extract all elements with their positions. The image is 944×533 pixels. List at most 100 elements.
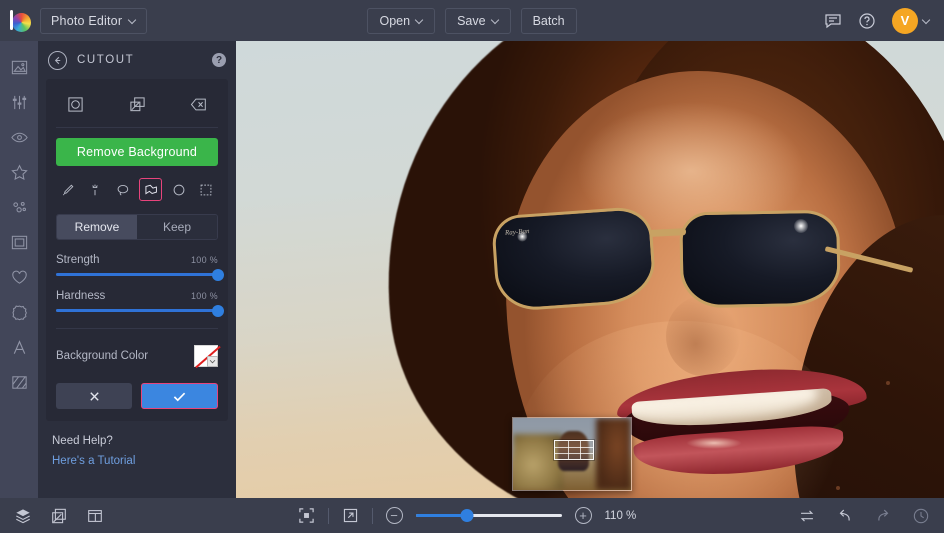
- cutout-controls-card: Remove Background: [46, 79, 228, 421]
- sidebar-item-image[interactable]: [0, 51, 38, 84]
- eraser-backspace-icon: [190, 96, 208, 113]
- lasso-tool[interactable]: [112, 178, 135, 201]
- strength-value: 100 %: [191, 255, 218, 265]
- chevron-down-icon: [209, 359, 216, 364]
- divider: [372, 508, 373, 524]
- hardness-slider[interactable]: [56, 309, 218, 312]
- redo-arrow-icon: [874, 507, 892, 525]
- keep-tab[interactable]: Keep: [137, 215, 217, 239]
- ellipse-tool[interactable]: [167, 178, 190, 201]
- clock-history-icon: [912, 507, 930, 525]
- hardness-control: Hardness 100 %: [56, 290, 218, 312]
- sidebar-item-overlays[interactable]: [0, 156, 38, 189]
- app-title-label: Photo Editor: [51, 14, 122, 28]
- open-button[interactable]: Open: [367, 8, 435, 34]
- zoom-slider-thumb[interactable]: [460, 509, 473, 522]
- question-circle-icon: [858, 12, 876, 30]
- sidebar-item-adjust[interactable]: [0, 86, 38, 119]
- back-button[interactable]: [48, 51, 67, 70]
- app-title-dropdown[interactable]: Photo Editor: [40, 8, 147, 34]
- apply-button[interactable]: [141, 383, 218, 409]
- redo-button[interactable]: [874, 507, 892, 525]
- erase-button[interactable]: [184, 91, 214, 117]
- sidebar-item-text[interactable]: [0, 331, 38, 364]
- undo-arrow-icon: [836, 507, 854, 525]
- layers-button[interactable]: [14, 507, 32, 525]
- sidebar-item-effects[interactable]: [0, 121, 38, 154]
- save-button[interactable]: Save: [445, 8, 511, 34]
- mouth: [616, 371, 866, 486]
- panel-header: CUTOUT ?: [38, 41, 236, 79]
- sidebar-item-texture[interactable]: [0, 366, 38, 399]
- divider: [328, 508, 329, 524]
- checkmark-icon: [172, 390, 187, 403]
- compare-button[interactable]: [50, 507, 68, 525]
- zoom-in-button[interactable]: +: [575, 507, 592, 524]
- undo-button[interactable]: [836, 507, 854, 525]
- sunglasses: Ray-Ban: [494, 211, 894, 321]
- magic-wand-tool[interactable]: [84, 178, 107, 201]
- editor-body: CUTOUT ?: [0, 41, 944, 498]
- back-arrow-icon: [52, 55, 63, 66]
- batch-button[interactable]: Batch: [521, 8, 577, 34]
- panel-help-button[interactable]: ?: [212, 53, 226, 67]
- texture-icon: [10, 373, 29, 392]
- polygon-icon: [144, 183, 158, 197]
- fit-to-screen-button[interactable]: [298, 507, 315, 524]
- history-button[interactable]: [912, 507, 930, 525]
- duplicate-layer-button[interactable]: [122, 91, 152, 117]
- navigator-thumbnail[interactable]: [512, 417, 632, 491]
- brush-tool[interactable]: [56, 178, 79, 201]
- sliders-icon: [10, 93, 29, 112]
- zoom-level-label: 110 %: [605, 510, 647, 522]
- panel-actions: [56, 383, 218, 409]
- remove-tab[interactable]: Remove: [57, 215, 137, 239]
- cutout-mode-button[interactable]: [60, 91, 90, 117]
- rectangle-tool[interactable]: [195, 178, 218, 201]
- cancel-button[interactable]: [56, 383, 132, 409]
- dots-cluster-icon: [10, 198, 29, 217]
- help-section: Need Help? Here's a Tutorial: [38, 421, 236, 469]
- fullscreen-button[interactable]: [342, 507, 359, 524]
- lasso-icon: [116, 183, 130, 197]
- strength-label: Strength: [56, 254, 99, 266]
- polygon-tool[interactable]: [139, 178, 162, 201]
- sidebar-item-favorites[interactable]: [0, 261, 38, 294]
- layout-panel-icon: [86, 507, 104, 525]
- feedback-button[interactable]: [824, 12, 842, 30]
- hardness-slider-thumb[interactable]: [212, 305, 224, 317]
- zoom-out-button[interactable]: −: [386, 507, 403, 524]
- zoom-slider[interactable]: [416, 514, 562, 517]
- sidebar-item-particles[interactable]: [0, 191, 38, 224]
- sidebar-item-frames[interactable]: [0, 226, 38, 259]
- copy-layers-icon: [129, 96, 146, 113]
- canvas-area[interactable]: Ray-Ban: [236, 41, 944, 498]
- navigator-viewport[interactable]: [554, 440, 594, 460]
- panel-layout-button[interactable]: [86, 507, 104, 525]
- cutout-panel: CUTOUT ?: [38, 41, 236, 498]
- app-logo[interactable]: [0, 10, 40, 32]
- remove-background-button[interactable]: Remove Background: [56, 138, 218, 166]
- swatch-dropdown[interactable]: [207, 356, 218, 367]
- strength-slider[interactable]: [56, 273, 218, 276]
- hardness-value: 100 %: [191, 291, 218, 301]
- top-toolbar: Photo Editor Open Save Batch: [0, 0, 944, 41]
- tutorial-link[interactable]: Here's a Tutorial: [52, 455, 135, 467]
- user-menu[interactable]: V: [892, 8, 930, 34]
- colorwheel-logo-icon: [9, 10, 31, 32]
- divider: [56, 127, 218, 128]
- strength-slider-thumb[interactable]: [212, 269, 224, 281]
- magic-wand-icon: [88, 183, 102, 197]
- sidebar-item-stickers[interactable]: [0, 296, 38, 329]
- batch-label: Batch: [533, 14, 565, 28]
- cutout-shape-icon: [67, 96, 84, 113]
- background-color-swatch[interactable]: [194, 345, 218, 367]
- bottom-toolbar: − + 110 %: [0, 498, 944, 533]
- page-title: CUTOUT: [77, 54, 134, 66]
- frame-icon: [10, 233, 29, 252]
- chevron-down-icon: [416, 17, 423, 24]
- chat-bubble-icon: [824, 12, 842, 30]
- bottom-left-tools: [0, 507, 104, 525]
- toggle-before-after-button[interactable]: [798, 507, 816, 525]
- help-button[interactable]: [858, 12, 876, 30]
